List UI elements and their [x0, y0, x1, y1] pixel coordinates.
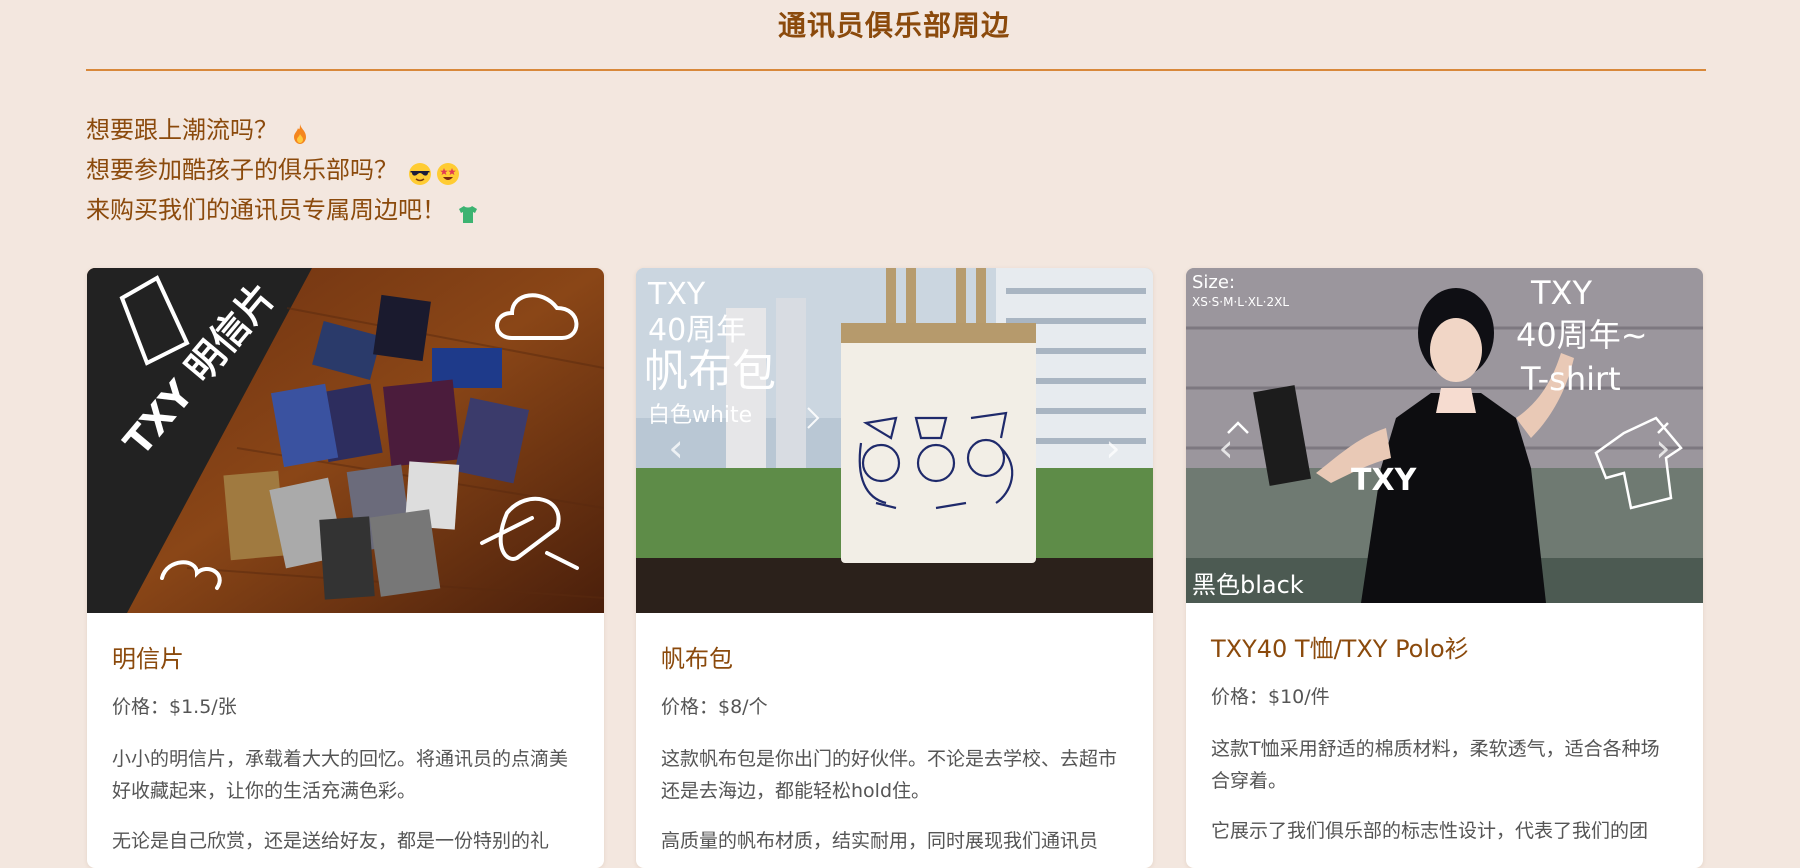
- product-name: 明信片: [112, 645, 184, 673]
- tote-caption-1: TXY: [647, 277, 706, 312]
- tshirt-caption-sizes: XS·S·M·L·XL·2XL: [1192, 295, 1289, 309]
- tshirt-print: TXY: [1351, 463, 1418, 498]
- intro-line-1: 想要跟上潮流吗？: [86, 110, 480, 150]
- star-struck-face-icon: [436, 158, 460, 185]
- tshirt-image: TXY Size: XS·S·M·L·XL·2XL TXY 40周年~ T-sh…: [1186, 268, 1703, 603]
- product-card-tote-bag[interactable]: TXY 40周年 帆布包 白色white ‹ › 帆布包 价格：$8/个 这款帆…: [636, 268, 1153, 868]
- product-description-2: 无论是自己欣赏，还是送给好友，都是一份特别的礼: [112, 830, 550, 852]
- intro-line-text: 想要参加酷孩子的俱乐部吗？: [86, 156, 398, 184]
- product-description-2: 高质量的帆布材质，结实耐用，同时展现我们通讯员: [661, 830, 1099, 852]
- product-description: 小小的明信片，承载着大大的回忆。将通讯员的点滴美好收藏起来，让你的生活充满色彩。: [112, 748, 569, 802]
- carousel-prev-button[interactable]: ‹: [1211, 428, 1241, 468]
- product-price: 价格：$8/个: [661, 696, 768, 718]
- intro-line-text: 想要跟上潮流吗？: [86, 116, 278, 144]
- tshirt-caption-color: 黑色black: [1192, 571, 1304, 599]
- title-divider: [86, 69, 1706, 71]
- intro-line-2: 想要参加酷孩子的俱乐部吗？: [86, 150, 480, 190]
- product-name: TXY40 T恤/TXY Polo衫: [1211, 635, 1469, 663]
- intro-text: 想要跟上潮流吗？ 想要参加酷孩子的俱乐部吗？ 来购买我们的通讯员专属周边吧！: [86, 110, 480, 230]
- product-price: 价格：$1.5/张: [112, 696, 237, 718]
- tshirt-caption-2: 40周年~: [1516, 316, 1648, 354]
- tote-bag-image: TXY 40周年 帆布包 白色white ‹ ›: [636, 268, 1153, 613]
- carousel-prev-button[interactable]: ‹: [661, 428, 691, 468]
- product-name: 帆布包: [661, 645, 733, 673]
- product-description: 这款T恤采用舒适的棉质材料，柔软透气，适合各种场合穿着。: [1211, 738, 1660, 792]
- fire-icon: [288, 118, 312, 144]
- tote-caption-4: 白色white: [648, 403, 752, 428]
- tshirt-icon: [456, 198, 480, 223]
- carousel-next-button[interactable]: ›: [1648, 428, 1678, 468]
- intro-line-text: 来购买我们的通讯员专属周边吧！: [86, 196, 446, 224]
- product-card-tshirt[interactable]: TXY Size: XS·S·M·L·XL·2XL TXY 40周年~ T-sh…: [1186, 268, 1703, 868]
- tshirt-caption-3: T-shirt: [1520, 360, 1621, 398]
- tote-caption-2: 40周年: [648, 313, 746, 348]
- sunglasses-face-icon: [408, 158, 432, 185]
- postcard-image: TXY 明信片: [87, 268, 604, 613]
- page-title: 通讯员俱乐部周边: [777, 9, 1010, 42]
- product-card-postcard[interactable]: TXY 明信片 明信片 价格：$1.5/张 小小的明信片，承载着大大的回忆。将通…: [87, 268, 604, 868]
- intro-line-3: 来购买我们的通讯员专属周边吧！: [86, 190, 480, 230]
- tshirt-caption-size: Size:: [1192, 272, 1235, 293]
- carousel-next-button[interactable]: ›: [1098, 428, 1128, 468]
- tote-caption-3: 帆布包: [644, 346, 776, 397]
- product-price: 价格：$10/件: [1211, 686, 1330, 708]
- product-description-2: 它展示了我们俱乐部的标志性设计，代表了我们的团: [1211, 820, 1649, 842]
- product-description: 这款帆布包是你出门的好伙伴。不论是去学校、去超市还是去海边，都能轻松hold住。: [661, 748, 1118, 802]
- tshirt-caption-1: TXY: [1530, 274, 1592, 312]
